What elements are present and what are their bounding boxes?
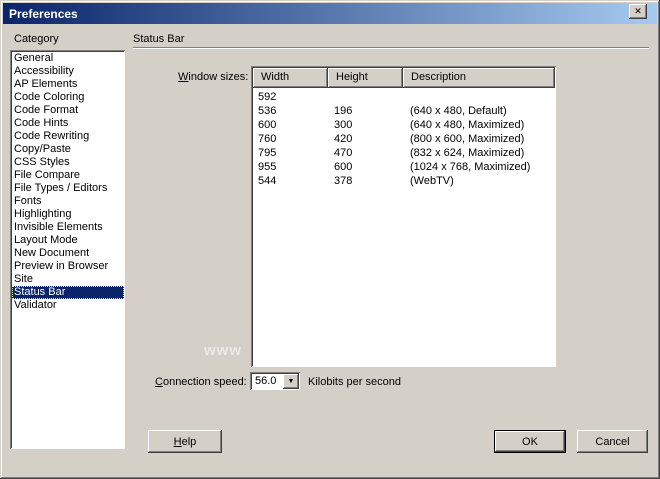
category-item-code-format[interactable]: Code Format [12,104,124,117]
table-row[interactable]: 544378(WebTV) [253,174,555,188]
category-item-site[interactable]: Site [12,273,124,286]
category-item-code-coloring[interactable]: Code Coloring [12,91,124,104]
category-item-invisible-elements[interactable]: Invisible Elements [12,221,124,234]
table-cell [403,90,555,104]
table-row[interactable]: 955600(1024 x 768, Maximized) [253,160,555,174]
category-item-layout-mode[interactable]: Layout Mode [12,234,124,247]
table-cell: (1024 x 768, Maximized) [403,160,555,174]
category-list: GeneralAccessibilityAP ElementsCode Colo… [10,50,126,450]
column-header-description: Description [403,68,555,88]
category-item-highlighting[interactable]: Highlighting [12,208,124,221]
category-item-preview-in-browser[interactable]: Preview in Browser [12,260,124,273]
table-cell: 196 [328,104,403,118]
table-cell: 420 [328,132,403,146]
connection-speed-select[interactable]: 56.0 ▼ [250,372,301,391]
category-item-status-bar[interactable]: Status Bar [12,286,124,299]
chevron-down-icon: ▼ [288,378,295,385]
column-header-width: Width [253,68,328,88]
table-cell: 470 [328,146,403,160]
table-cell: (832 x 624, Maximized) [403,146,555,160]
window-title: Preferences [9,7,78,21]
table-cell: 955 [253,160,328,174]
table-cell [328,90,403,104]
close-icon: ✕ [634,6,642,17]
table-row[interactable]: 536196(640 x 480, Default) [253,104,555,118]
panel-heading: Status Bar [133,33,184,45]
table-cell: 795 [253,146,328,160]
category-item-code-hints[interactable]: Code Hints [12,117,124,130]
watermark: www [204,342,242,359]
connection-speed-label: Connection speed: [155,376,247,388]
ok-button[interactable]: OK [494,430,566,453]
table-cell: 300 [328,118,403,132]
table-cell: 544 [253,174,328,188]
connection-speed-value: 56.0 [250,374,283,389]
table-cell: 600 [328,160,403,174]
help-button[interactable]: Help [148,430,222,453]
title-bar[interactable]: Preferences [3,3,657,24]
table-row[interactable]: 592 [253,90,555,104]
table-cell: 600 [253,118,328,132]
category-item-new-document[interactable]: New Document [12,247,124,260]
table-cell: (WebTV) [403,174,555,188]
category-item-fonts[interactable]: Fonts [12,195,124,208]
category-item-general[interactable]: General [12,52,124,65]
table-cell: (640 x 480, Default) [403,104,555,118]
table-cell: 536 [253,104,328,118]
category-item-ap-elements[interactable]: AP Elements [12,78,124,91]
column-header-height: Height [328,68,403,88]
close-button[interactable]: ✕ [629,4,647,19]
window-sizes-body: 592536196(640 x 480, Default)600300(640 … [253,88,555,188]
window-sizes-label: Window sizes: [178,71,248,83]
table-row[interactable]: 760420(800 x 600, Maximized) [253,132,555,146]
category-item-file-compare[interactable]: File Compare [12,169,124,182]
cancel-button[interactable]: Cancel [577,430,648,453]
table-row[interactable]: 795470(832 x 624, Maximized) [253,146,555,160]
category-item-validator[interactable]: Validator [12,299,124,312]
preferences-dialog: Preferences ✕ Category Status Bar Genera… [0,0,660,479]
heading-separator [133,47,649,49]
category-item-code-rewriting[interactable]: Code Rewriting [12,130,124,143]
window-sizes-header: WidthHeightDescription [253,68,555,88]
table-cell: 378 [328,174,403,188]
table-cell: 592 [253,90,328,104]
connection-speed-unit: Kilobits per second [308,376,401,388]
category-item-file-types-editors[interactable]: File Types / Editors [12,182,124,195]
category-item-css-styles[interactable]: CSS Styles [12,156,124,169]
category-item-copy-paste[interactable]: Copy/Paste [12,143,124,156]
category-item-accessibility[interactable]: Accessibility [12,65,124,78]
table-row[interactable]: 600300(640 x 480, Maximized) [253,118,555,132]
category-label: Category [14,33,59,45]
window-sizes-table: WidthHeightDescription 592536196(640 x 4… [251,66,557,368]
table-cell: (640 x 480, Maximized) [403,118,555,132]
table-cell: (800 x 600, Maximized) [403,132,555,146]
combo-arrow-button[interactable]: ▼ [283,374,299,389]
table-cell: 760 [253,132,328,146]
